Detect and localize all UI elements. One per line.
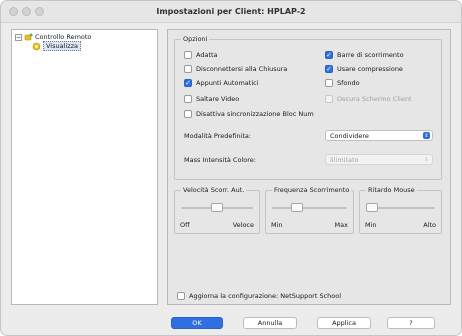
help-button[interactable]: ? <box>387 317 435 329</box>
slider-max-label: Max <box>334 221 348 229</box>
scroll-speed-slider-thumb[interactable] <box>211 203 223 212</box>
tree-item-visualizza[interactable]: Visualizza <box>32 41 82 51</box>
scroll-speed-legend: Velocità Scorr. Aut. <box>181 186 247 194</box>
color-depth-label: Mass Intensità Colore: <box>184 156 256 164</box>
checkbox-label: Usare compressione <box>337 65 403 73</box>
checkbox-box[interactable] <box>177 292 185 300</box>
checkbox-box[interactable] <box>184 110 192 118</box>
options-group: Opzioni Adatta Disconnettersi alla Chius… <box>174 35 442 180</box>
color-depth-select: Illimitato ⇕ <box>325 154 433 165</box>
settings-window: Impostazioni per Client: HPLAP-2 − Contr… <box>0 0 462 336</box>
mouse-delay-slider-thumb[interactable] <box>366 203 378 212</box>
select-arrows-icon: ⇕ <box>423 132 430 139</box>
disconnettersi-checkbox[interactable]: Disconnettersi alla Chiusura <box>184 65 287 73</box>
checkbox-label: Sfondo <box>337 79 360 87</box>
ok-button[interactable]: OK <box>171 317 223 329</box>
mouse-delay-legend: Ritardo Mouse <box>366 186 417 194</box>
sfondo-checkbox[interactable]: Sfondo <box>325 79 360 87</box>
options-legend: Opzioni <box>181 35 210 43</box>
checkbox-box[interactable] <box>325 79 333 87</box>
apply-button[interactable]: Applica <box>317 317 371 329</box>
scroll-speed-group: Velocità Scorr. Aut. Off Veloce <box>174 186 260 234</box>
checkbox-box[interactable]: ✓ <box>184 79 192 87</box>
mouse-delay-group: Ritardo Mouse Min Alto <box>359 186 442 234</box>
oscura-schermo-checkbox: Oscura Schermo Client <box>325 95 412 103</box>
usare-compressione-checkbox[interactable]: ✓ Usare compressione <box>325 65 403 73</box>
default-mode-label: Modalità Predefinita: <box>184 132 252 140</box>
window-title: Impostazioni per Client: HPLAP-2 <box>156 7 306 16</box>
cancel-button[interactable]: Annulla <box>243 317 297 329</box>
checkbox-label: Saltare Video <box>196 95 240 103</box>
default-mode-value: Condividere <box>330 131 369 140</box>
bloc-num-checkbox[interactable]: Disattiva sincronizzazione Bloc Num <box>184 110 314 118</box>
scroll-frequency-slider-thumb[interactable] <box>290 203 303 212</box>
barre-scorrimento-checkbox[interactable]: ✓ Barre di scorrimento <box>325 51 404 59</box>
select-arrows-icon: ⇕ <box>424 156 429 163</box>
tree-item-label: Controllo Remoto <box>35 33 92 41</box>
checkbox-box[interactable]: ✓ <box>325 51 333 59</box>
default-mode-select[interactable]: Condividere ⇕ <box>325 130 433 141</box>
saltare-video-checkbox[interactable]: Saltare Video <box>184 95 239 103</box>
checkbox-label: Appunti Automatici <box>196 79 259 87</box>
checkbox-box[interactable]: ✓ <box>325 65 333 73</box>
adatta-checkbox[interactable]: Adatta <box>184 51 218 59</box>
appunti-automatici-checkbox[interactable]: ✓ Appunti Automatici <box>184 79 259 87</box>
checkbox-label: Adatta <box>196 51 218 59</box>
display-icon <box>32 42 41 50</box>
slider-max-label: Alto <box>423 221 436 229</box>
checkbox-box[interactable] <box>184 51 192 59</box>
scroll-frequency-group: Frequenza Scorrimento Min Max <box>265 186 354 234</box>
checkbox-label: Aggiorna la configurazione: NetSupport S… <box>189 292 342 300</box>
checkbox-label: Disconnettersi alla Chiusura <box>196 65 288 73</box>
checkbox-box[interactable] <box>184 65 192 73</box>
checkbox-label: Barre di scorrimento <box>337 51 404 59</box>
settings-panel: Opzioni Adatta Disconnettersi alla Chius… <box>167 29 451 305</box>
title-bar: Impostazioni per Client: HPLAP-2 <box>1 1 461 23</box>
checkbox-box <box>325 95 333 103</box>
checkbox-label: Oscura Schermo Client <box>337 95 412 103</box>
color-depth-value: Illimitato <box>330 155 359 164</box>
tree-item-label: Visualizza <box>43 41 82 51</box>
slider-min-label: Off <box>180 221 190 229</box>
checkbox-box[interactable] <box>184 95 192 103</box>
update-config-checkbox[interactable]: Aggiorna la configurazione: NetSupport S… <box>177 292 341 300</box>
checkbox-label: Disattiva sincronizzazione Bloc Num <box>196 110 314 118</box>
settings-tree: − Controllo Remoto Visualizza <box>11 29 158 305</box>
slider-min-label: Min <box>365 221 377 229</box>
collapse-icon[interactable]: − <box>15 33 22 41</box>
slider-max-label: Veloce <box>232 221 254 229</box>
slider-track <box>272 207 347 209</box>
slider-min-label: Min <box>271 221 283 229</box>
scroll-frequency-legend: Frequenza Scorrimento <box>272 186 352 194</box>
